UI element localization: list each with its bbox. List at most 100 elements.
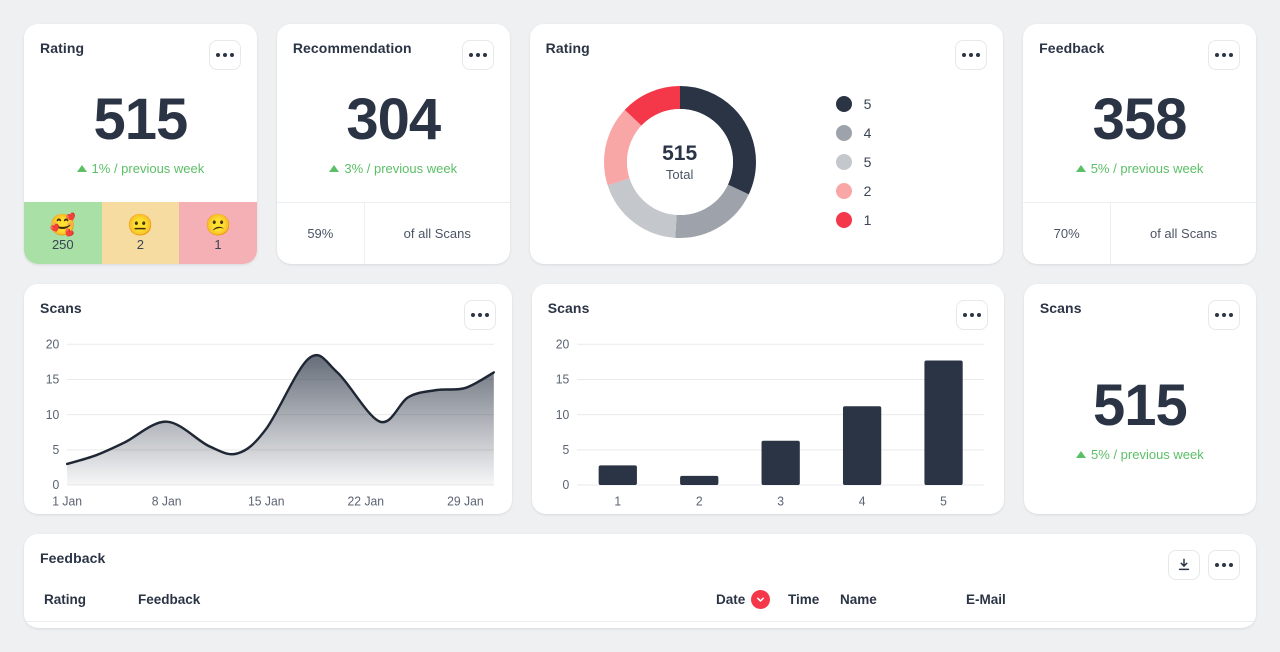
dashboard-root: Rating 515 1% / previous week 🥰 250 😐 2 … xyxy=(0,0,1280,652)
table-row[interactable]: 4 Very friendly and professional. Will t… xyxy=(24,622,1256,628)
kpi-percent: 70% xyxy=(1023,203,1112,264)
more-options-icon xyxy=(1221,53,1226,57)
column-header-rating[interactable]: Rating xyxy=(44,592,138,607)
card-scans-line: Scans 0 5 10 15 20 1 Jan 8 Jan 15 Jan 22 Jan 29 J… xyxy=(24,284,512,514)
more-options-icon xyxy=(976,313,981,317)
kpi-delta-label: 5% / previous week xyxy=(1091,446,1204,462)
x-axis-tick: 1 xyxy=(614,494,621,508)
column-header-date-label: Date xyxy=(716,592,746,607)
slightly-frowning-face-emoji: 😕 xyxy=(204,213,232,237)
x-axis-tick: 1 Jan xyxy=(52,494,82,508)
column-header-date[interactable]: Date xyxy=(716,590,788,609)
card-title: Scans xyxy=(1039,300,1082,316)
x-axis-tick: 2 xyxy=(696,494,703,508)
more-options-button[interactable] xyxy=(1208,550,1240,580)
line-chart-area: 0 5 10 15 20 1 Jan 8 Jan 15 Jan 22 Jan 29 Jan xyxy=(24,330,512,514)
card-title: Feedback xyxy=(1039,40,1105,56)
x-axis-tick: 3 xyxy=(777,494,784,508)
legend-label: 4 xyxy=(863,125,872,141)
column-header-name[interactable]: Name xyxy=(840,592,966,607)
legend-item[interactable]: 1 xyxy=(835,212,872,228)
kpi-delta: 3% / previous week xyxy=(329,161,457,176)
x-axis-tick: 22 Jan xyxy=(348,494,385,508)
kpi-value: 515 xyxy=(1093,372,1188,438)
x-axis-tick: 4 xyxy=(858,494,865,508)
y-axis-tick: 20 xyxy=(46,337,60,351)
area-fill xyxy=(67,355,494,486)
more-options-icon xyxy=(468,53,473,57)
legend-label: 1 xyxy=(863,212,872,228)
kpi-value: 358 xyxy=(1092,86,1188,152)
kpi-body: 304 3% / previous week xyxy=(277,70,510,202)
more-options-icon xyxy=(1215,563,1219,567)
legend-item[interactable]: 4 xyxy=(835,125,872,141)
x-axis-tick: 8 Jan xyxy=(152,494,182,508)
emoji-breakdown: 🥰 250 😐 2 😕 1 xyxy=(24,202,257,264)
more-options-icon xyxy=(1215,313,1219,317)
card-title: Feedback xyxy=(40,550,106,566)
column-header-feedback[interactable]: Feedback xyxy=(138,592,716,607)
download-button[interactable] xyxy=(1168,550,1200,580)
card-rating-kpi: Rating 515 1% / previous week 🥰 250 😐 2 … xyxy=(24,24,257,264)
more-options-icon xyxy=(969,313,974,317)
more-options-icon xyxy=(222,53,227,57)
legend-item[interactable]: 5 xyxy=(835,154,872,170)
legend-label: 5 xyxy=(863,154,872,170)
y-axis-tick: 15 xyxy=(555,372,569,386)
y-axis-tick: 15 xyxy=(46,372,60,386)
card-header: Feedback xyxy=(1023,24,1256,70)
emoji-tile-count: 250 xyxy=(51,236,74,252)
kpi-percent-label: of all Scans xyxy=(403,226,471,241)
card-title: Scans xyxy=(40,300,82,316)
x-axis-tick: 5 xyxy=(940,494,947,508)
more-options-button[interactable] xyxy=(1208,300,1240,330)
y-axis-tick: 5 xyxy=(53,443,60,457)
x-axis-tick: 15 Jan xyxy=(248,494,285,508)
more-options-icon xyxy=(484,313,489,317)
card-header: Scans xyxy=(1024,284,1256,330)
emoji-tile-negative[interactable]: 😕 1 xyxy=(179,202,257,264)
donut-holder: 515 Total xyxy=(530,86,830,238)
more-options-icon xyxy=(976,53,981,57)
card-header: Rating xyxy=(24,24,257,70)
more-options-button[interactable] xyxy=(208,40,241,70)
x-axis-tick: 29 Jan xyxy=(447,494,484,508)
emoji-tile-positive[interactable]: 🥰 250 xyxy=(24,202,102,264)
kpi-percent-label: of all Scans xyxy=(1149,226,1218,241)
bar-5 xyxy=(924,360,963,486)
more-options-button[interactable] xyxy=(463,300,496,330)
sort-descending-icon[interactable] xyxy=(751,590,771,609)
y-axis-tick: 0 xyxy=(562,478,569,492)
more-options-button[interactable] xyxy=(461,40,494,70)
more-options-icon xyxy=(475,53,480,57)
y-axis-tick: 5 xyxy=(562,443,569,457)
more-options-icon xyxy=(470,313,475,317)
legend-item[interactable]: 5 xyxy=(835,96,872,112)
more-options-button[interactable] xyxy=(955,300,988,330)
card-scans-kpi: Scans 515 5% / previous week xyxy=(1023,284,1256,514)
kpi-delta-label: 3% / previous week xyxy=(344,160,458,176)
card-rating-donut: Rating 515 Total 5 4 5 2 1 xyxy=(529,24,1004,264)
kpi-delta: 5% / previous week xyxy=(1075,161,1203,176)
card-header: Rating xyxy=(530,24,1004,70)
legend-label: 2 xyxy=(863,183,872,199)
kpi-delta-label: 1% / previous week xyxy=(91,160,205,176)
emoji-tile-neutral[interactable]: 😐 2 xyxy=(101,202,180,264)
card-feedback-table: Feedback Rating Feedback Date Time Name … xyxy=(24,534,1256,628)
card-header: Feedback xyxy=(24,534,1256,580)
kpi-delta: 5% / previous week xyxy=(1076,447,1204,462)
legend-color-dot xyxy=(835,96,852,112)
column-header-email[interactable]: E-Mail xyxy=(966,592,1256,607)
legend-label: 5 xyxy=(863,96,872,112)
kpi-body: 358 5% / previous week xyxy=(1023,70,1256,202)
emoji-tile-count: 1 xyxy=(214,236,222,252)
more-options-button[interactable] xyxy=(1207,40,1240,70)
more-options-icon xyxy=(962,53,967,57)
column-header-time[interactable]: Time xyxy=(788,592,840,607)
more-options-icon xyxy=(477,313,482,317)
bar-4 xyxy=(842,406,881,486)
legend-item[interactable]: 2 xyxy=(835,183,872,199)
more-options-icon xyxy=(1229,563,1233,567)
trend-up-icon xyxy=(329,164,340,172)
more-options-button[interactable] xyxy=(955,40,988,70)
